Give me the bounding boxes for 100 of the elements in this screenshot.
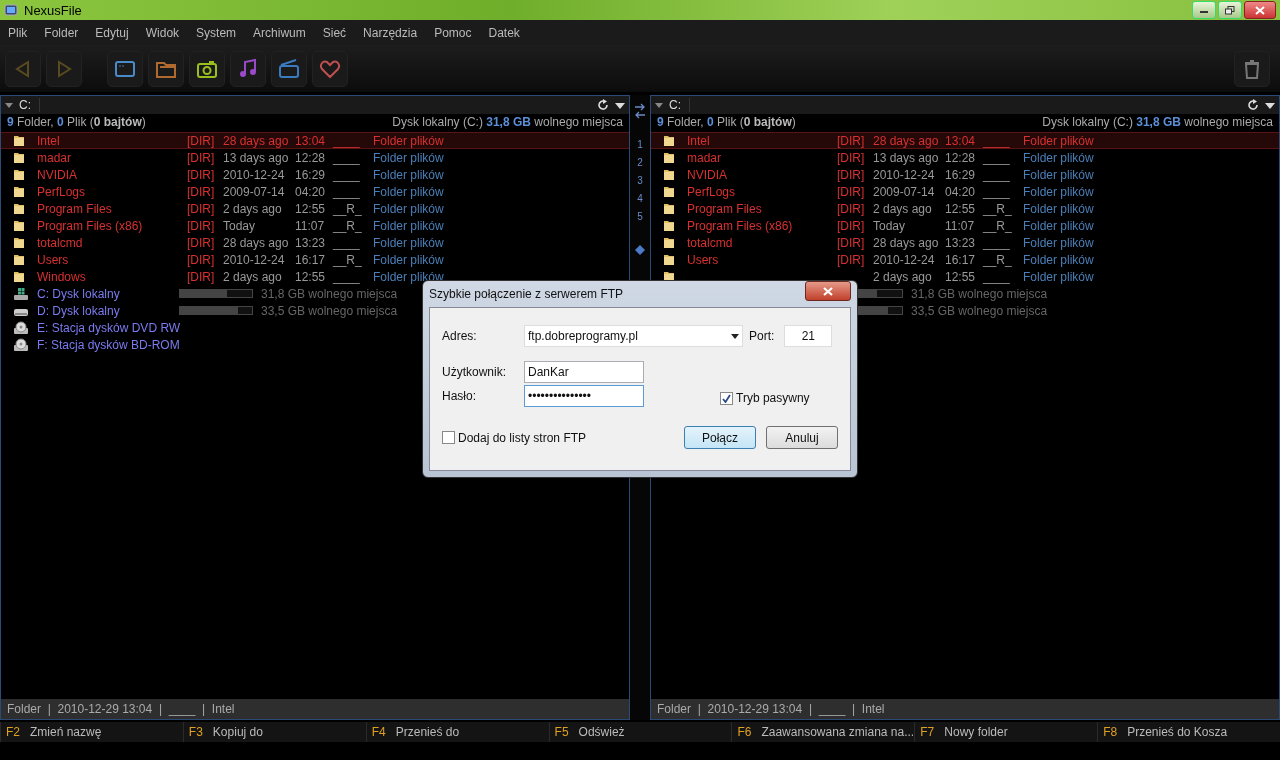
selected-row[interactable]: Intel [DIR] 28 days ago 13:04 ____ Folder plików	[651, 132, 1279, 149]
menu-item[interactable]: Archiwum	[253, 25, 306, 40]
file-name: Windows	[37, 269, 87, 284]
username-field[interactable]: DanKar	[524, 361, 644, 383]
date-text: 28 days ago	[223, 133, 290, 148]
tab-number[interactable]: 5	[637, 209, 643, 225]
function-key-button[interactable]: F2 Zmień nazwę	[0, 722, 183, 742]
folder-icon	[13, 185, 25, 198]
status-text: Folder | 2010-12-29 13:04 | ____ | Intel	[1, 699, 629, 719]
tab-number[interactable]: 1	[637, 137, 643, 153]
status-text: Folder | 2010-12-29 13:04 | ____ | Intel	[651, 699, 1279, 719]
menu-item[interactable]: Sieć	[322, 25, 347, 40]
folder-icon	[13, 236, 25, 249]
toolbar-button[interactable]	[107, 50, 143, 87]
attributes-text: ____	[333, 133, 361, 148]
file-type: Folder plików	[1023, 252, 1095, 267]
folder-icon	[13, 168, 25, 181]
menu-item[interactable]: Folder	[44, 25, 79, 40]
refresh-icon[interactable]	[597, 99, 609, 111]
tab-number[interactable]: 3	[637, 173, 643, 189]
free-space-text: 31,8 GB wolnego miejsca	[911, 286, 1048, 301]
minimize-button[interactable]	[1192, 1, 1216, 19]
file-type: Folder plików	[373, 150, 445, 165]
function-key-button[interactable]: F7 Nowy folder	[914, 722, 1098, 742]
dropdown-icon[interactable]	[1265, 101, 1275, 109]
password-field[interactable]: •••••••••••••••	[524, 385, 644, 407]
file-type: Folder plików	[373, 133, 445, 148]
function-key-button[interactable]: F4 Przenieś do	[365, 722, 549, 742]
toolbar-button[interactable]	[148, 50, 184, 87]
field-label: Port:	[749, 329, 775, 343]
menu-item[interactable]: Edytuj	[95, 25, 129, 40]
type-tag: [DIR]	[837, 252, 873, 267]
time-text: 12:55	[945, 269, 977, 284]
function-key-button[interactable]: F3 Kopiuj do	[182, 722, 366, 742]
cancel-button[interactable]: Anuluj	[766, 426, 838, 449]
free-space-text: 31,8 GB wolnego miejsca	[261, 286, 398, 301]
file-type: Folder plików	[1023, 235, 1095, 250]
date-text: 2009-07-14	[223, 184, 286, 199]
type-tag: [DIR]	[837, 201, 873, 216]
dropdown-icon[interactable]	[615, 101, 625, 109]
attributes-text: __R_	[333, 218, 363, 233]
attributes-text: __R_	[333, 201, 363, 216]
address-field[interactable]: ftp.dobreprogramy.pl	[524, 325, 743, 347]
attributes-text: ____	[983, 235, 1011, 250]
function-key-button[interactable]: F5 Odśwież	[548, 722, 732, 742]
type-tag: [DIR]	[187, 133, 223, 148]
selected-row[interactable]: Intel [DIR] 28 days ago 13:04 ____ Folder plików	[1, 132, 629, 149]
file-type: Folder plików	[373, 252, 445, 267]
drive-name[interactable]: D: Dysk lokalny	[37, 303, 179, 318]
attributes-text: __R_	[333, 252, 363, 267]
menu-item[interactable]: Datek	[488, 25, 520, 40]
checkbox-label: Dodaj do listy stron FTP	[458, 430, 587, 445]
folder-icon	[13, 151, 25, 164]
function-key-button[interactable]: F8 Przenieś do Kosza	[1097, 722, 1280, 742]
file-name: Program Files	[687, 201, 763, 216]
trash-button[interactable]	[1234, 50, 1270, 87]
toolbar-button[interactable]	[189, 50, 225, 87]
drive-name[interactable]: C: Dysk lokalny	[37, 286, 179, 301]
free-space-text: 33,5 GB wolnego miejsca	[911, 303, 1048, 318]
date-text: 2009-07-14	[873, 184, 936, 199]
date-text: 2 days ago	[223, 269, 283, 284]
menu-item[interactable]: Plik	[8, 25, 28, 40]
maximize-button[interactable]	[1218, 1, 1242, 19]
date-text: 2010-12-24	[223, 167, 286, 182]
close-button[interactable]	[1244, 1, 1276, 19]
close-icon	[823, 286, 833, 296]
menu-item[interactable]: Pomoc	[434, 25, 472, 40]
close-button[interactable]	[805, 281, 851, 301]
tab-number[interactable]: 2	[637, 155, 643, 171]
toolbar-button[interactable]	[271, 50, 307, 87]
attributes-text: ____	[983, 167, 1011, 182]
checkbox[interactable]	[720, 391, 733, 405]
toolbar-button[interactable]	[230, 50, 266, 87]
drive-name[interactable]: F: Stacja dysków BD-ROM	[37, 337, 179, 352]
file-name: Intel	[687, 133, 711, 148]
path-segment[interactable]: C:	[19, 98, 40, 112]
file-name: PerfLogs	[37, 184, 87, 199]
clapperboard-icon	[278, 57, 300, 80]
file-name: NVIDIA	[687, 167, 728, 182]
function-key-button[interactable]: F6 Zaawansowana zmiana na...	[731, 722, 915, 742]
swap-arrows-icon[interactable]	[634, 103, 646, 119]
file-name: madar	[37, 150, 72, 165]
diamond-icon[interactable]	[635, 245, 645, 255]
time-text: 13:04	[945, 133, 977, 148]
tab-number[interactable]: 4	[637, 191, 643, 207]
connect-button[interactable]: Połącz	[684, 426, 756, 449]
folder-icon	[663, 168, 675, 181]
path-segment[interactable]: C:	[669, 98, 690, 112]
folder-icon	[13, 202, 25, 215]
menu-item[interactable]: Widok	[145, 25, 180, 40]
drive-name[interactable]: E: Stacja dysków DVD RW	[37, 320, 179, 335]
port-field[interactable]: 21	[784, 325, 833, 347]
refresh-icon[interactable]	[1247, 99, 1259, 111]
file-name: madar	[687, 150, 722, 165]
menu-item[interactable]: System	[196, 25, 237, 40]
date-text: 2 days ago	[873, 201, 933, 216]
checkbox[interactable]	[442, 431, 455, 444]
menu-item[interactable]: Narzędzia	[363, 25, 418, 40]
toolbar-button[interactable]	[312, 50, 348, 87]
file-name: Program Files	[37, 201, 113, 216]
